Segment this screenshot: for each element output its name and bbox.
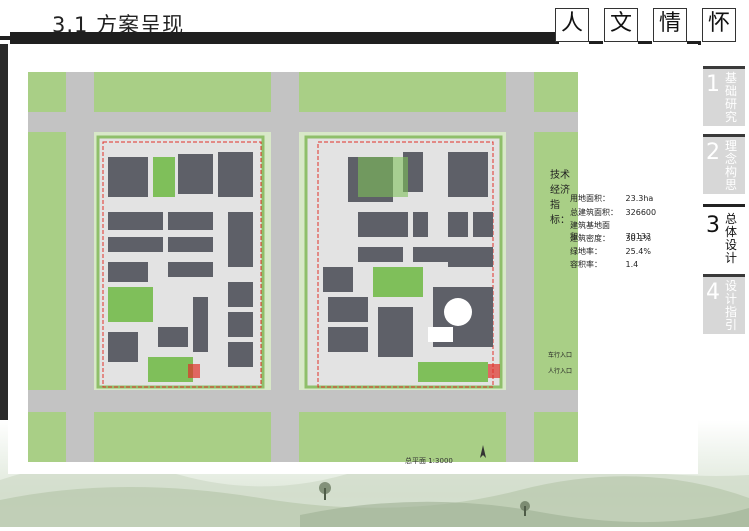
legend-pedestrian-entrance: 人行入口: [548, 368, 573, 375]
tab-label: 理念构思: [725, 139, 738, 192]
indicator-row: 总建筑面积： 326600: [570, 207, 656, 218]
north-arrow-icon: [475, 444, 491, 460]
indicator-row: 用地面积： 23.3ha: [570, 193, 653, 204]
theme-char: 文: [604, 8, 638, 42]
tab-number: 4: [706, 280, 720, 305]
indicator-value: 30.1%: [625, 234, 651, 243]
site-plan-drawing: [28, 72, 578, 462]
scale-label: 总平面 1:3000: [405, 457, 453, 465]
section-tabs: 1 基础研究 2 理念构思 3 总体设计 4 设计指引: [699, 44, 749, 444]
theme-char: 怀: [702, 8, 736, 42]
header-divider-left: [0, 36, 10, 40]
indicator-value: 1.4: [625, 260, 639, 269]
indicator-key: 容积率：: [570, 260, 602, 269]
site-plan: 技术经济指标：: [28, 72, 578, 462]
tab-design-guide[interactable]: 4 设计指引: [703, 274, 745, 334]
tab-top-rule: [703, 134, 745, 137]
theme-char: 情: [653, 8, 687, 42]
indicator-row: 容积率： 1.4: [570, 259, 638, 270]
tab-overall-design[interactable]: 3 总体设计: [703, 204, 745, 265]
header-bar: 3.1 方案呈现 人 文 情 怀: [0, 0, 749, 45]
indicator-key: 绿地率：: [570, 247, 602, 256]
tab-number: 2: [706, 140, 720, 165]
indicator-value: 23.3ha: [625, 194, 654, 203]
indicator-row: 绿地率： 25.4%: [570, 246, 651, 257]
indicator-value: 326600: [625, 208, 657, 217]
tab-label: 基础研究: [725, 71, 738, 124]
tab-label: 设计指引: [725, 279, 738, 332]
indicator-key: 总建筑面积：: [570, 208, 618, 217]
tab-concept[interactable]: 2 理念构思: [703, 134, 745, 194]
tab-label: 总体设计: [725, 212, 738, 265]
theme-char: 人: [555, 8, 589, 42]
tab-number: 1: [706, 72, 720, 97]
indicator-key: 建筑密度：: [570, 234, 610, 243]
indicator-row: 建筑密度： 30.1%: [570, 233, 651, 244]
tab-top-rule: [703, 66, 745, 69]
indicator-value: 25.4%: [625, 247, 651, 256]
tab-basic-research[interactable]: 1 基础研究: [703, 66, 745, 126]
indicator-key: 用地面积：: [570, 194, 610, 203]
header-divider: [10, 32, 559, 44]
legend-vehicle-entrance: 车行入口: [548, 352, 573, 359]
tab-top-rule: [703, 274, 745, 277]
tab-number: 3: [706, 213, 720, 238]
theme-characters: 人 文 情 怀: [553, 8, 749, 45]
